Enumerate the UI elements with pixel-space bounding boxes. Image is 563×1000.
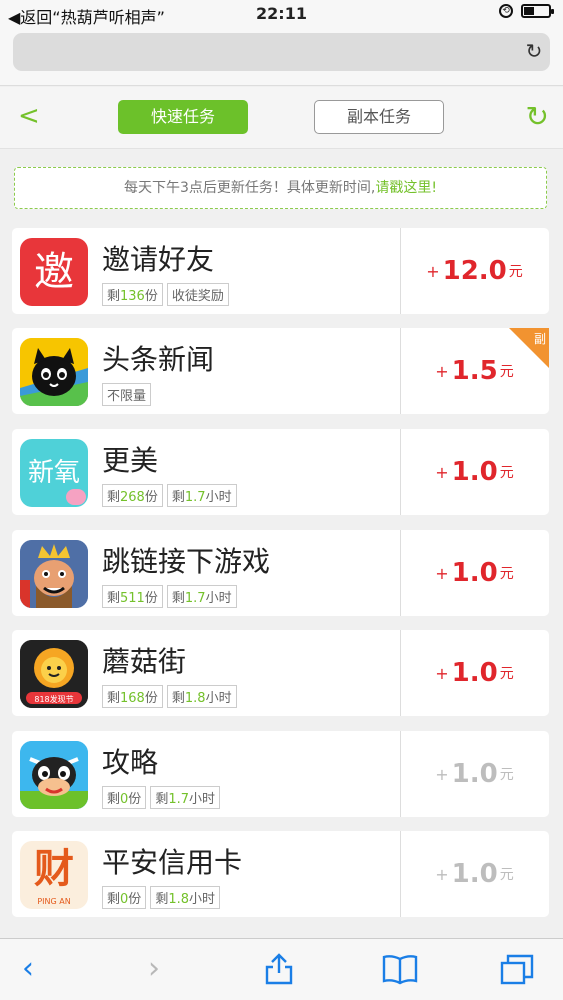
task-card[interactable]: 跳链接下游戏 剩511份 剩1.7小时 +1.0 元 <box>12 530 549 616</box>
remaining-tag: 剩168份 <box>102 685 163 708</box>
remaining-tag: 剩0份 <box>102 886 147 909</box>
pingan-app-icon: 财 PING AN <box>20 841 88 909</box>
status-icons: ⟲ <box>499 4 554 18</box>
clash-royale-app-icon <box>20 540 88 608</box>
task-title: 邀请好友 <box>102 243 215 276</box>
remaining-tag: 剩511份 <box>102 585 163 608</box>
task-title: 攻略 <box>102 746 159 779</box>
back-arrow-icon[interactable]: ‹ <box>22 953 34 985</box>
status-bar: ◀返回“热葫芦听相声” 22:11 ⟲ <box>0 0 563 28</box>
reload-icon[interactable]: ↻ <box>523 40 545 62</box>
reward-amount: +12.0 元 <box>426 256 523 286</box>
bookmarks-icon[interactable] <box>382 953 418 992</box>
share-icon[interactable] <box>264 953 294 992</box>
task-title: 更美 <box>102 444 159 477</box>
update-notice: 每天下午3点后更新任务！具体更新时间,请戳这里! <box>14 167 547 209</box>
remaining-tag: 剩136份 <box>102 283 163 306</box>
time-left-tag: 剩1.7小时 <box>166 585 237 608</box>
reward-amount: +1.0 元 <box>435 558 514 588</box>
address-field[interactable] <box>13 33 550 71</box>
xinyang-app-icon: 新氧 <box>20 439 88 507</box>
time-left-tag: 剩1.8小时 <box>150 886 221 909</box>
task-card[interactable]: 新氧 更美 剩268份 剩1.7小时 +1.0 元 <box>12 429 549 515</box>
time-left-tag: 剩1.8小时 <box>166 685 237 708</box>
reward-amount: +1.0 元 <box>435 859 514 889</box>
tab-fast-tasks[interactable]: 快速任务 <box>118 100 248 134</box>
remaining-tag: 剩268份 <box>102 484 163 507</box>
cow-guide-app-icon <box>20 741 88 809</box>
reward-amount: +1.0 元 <box>435 759 514 789</box>
browser-url-bar: ↻ <box>0 28 563 86</box>
task-card[interactable]: 财 PING AN 平安信用卡 剩0份 剩1.8小时 +1.0 元 <box>12 831 549 917</box>
rotation-lock-icon: ⟲ <box>499 4 513 18</box>
tab-dungeon-tasks[interactable]: 副本任务 <box>314 100 444 134</box>
unlimited-tag: 不限量 <box>102 383 152 406</box>
remaining-tag: 剩0份 <box>102 786 147 809</box>
task-title: 跳链接下游戏 <box>102 545 271 578</box>
notice-link[interactable]: 请戳这里! <box>375 180 437 196</box>
clock: 22:11 <box>256 4 307 23</box>
task-title: 平安信用卡 <box>102 846 243 879</box>
mogujie-app-icon: 818发现节 <box>20 640 88 708</box>
reward-type-tag: 收徒奖励 <box>166 283 229 306</box>
refresh-icon[interactable]: ↻ <box>526 100 549 133</box>
invite-app-icon: 邀 <box>20 238 88 306</box>
task-title: 头条新闻 <box>102 343 215 376</box>
notice-text: 每天下午3点后更新任务！具体更新时间, <box>124 180 376 196</box>
task-card[interactable]: 攻略 剩0份 剩1.7小时 +1.0 元 <box>12 731 549 817</box>
battery-icon <box>521 4 554 18</box>
task-card[interactable]: 邀 邀请好友 剩136份 收徒奖励 +12.0 元 <box>12 228 549 314</box>
toutiao-app-icon <box>20 338 88 406</box>
browser-toolbar: ‹ › <box>0 938 563 1000</box>
time-left-tag: 剩1.7小时 <box>166 484 237 507</box>
tabs-icon[interactable] <box>500 953 534 992</box>
reward-amount: +1.0 元 <box>435 658 514 688</box>
task-card[interactable]: 头条新闻 不限量 +1.5 元 副 <box>12 328 549 414</box>
back-icon[interactable]: < <box>18 101 40 131</box>
dungeon-ribbon: 副 <box>509 328 549 368</box>
time-left-tag: 剩1.7小时 <box>150 786 221 809</box>
forward-arrow-icon[interactable]: › <box>148 953 160 985</box>
task-card[interactable]: 818发现节 蘑菇街 剩168份 剩1.8小时 +1.0 元 <box>12 630 549 716</box>
task-nav: < 快速任务 副本任务 ↻ <box>0 87 563 149</box>
task-title: 蘑菇街 <box>102 645 187 678</box>
reward-amount: +1.0 元 <box>435 457 514 487</box>
